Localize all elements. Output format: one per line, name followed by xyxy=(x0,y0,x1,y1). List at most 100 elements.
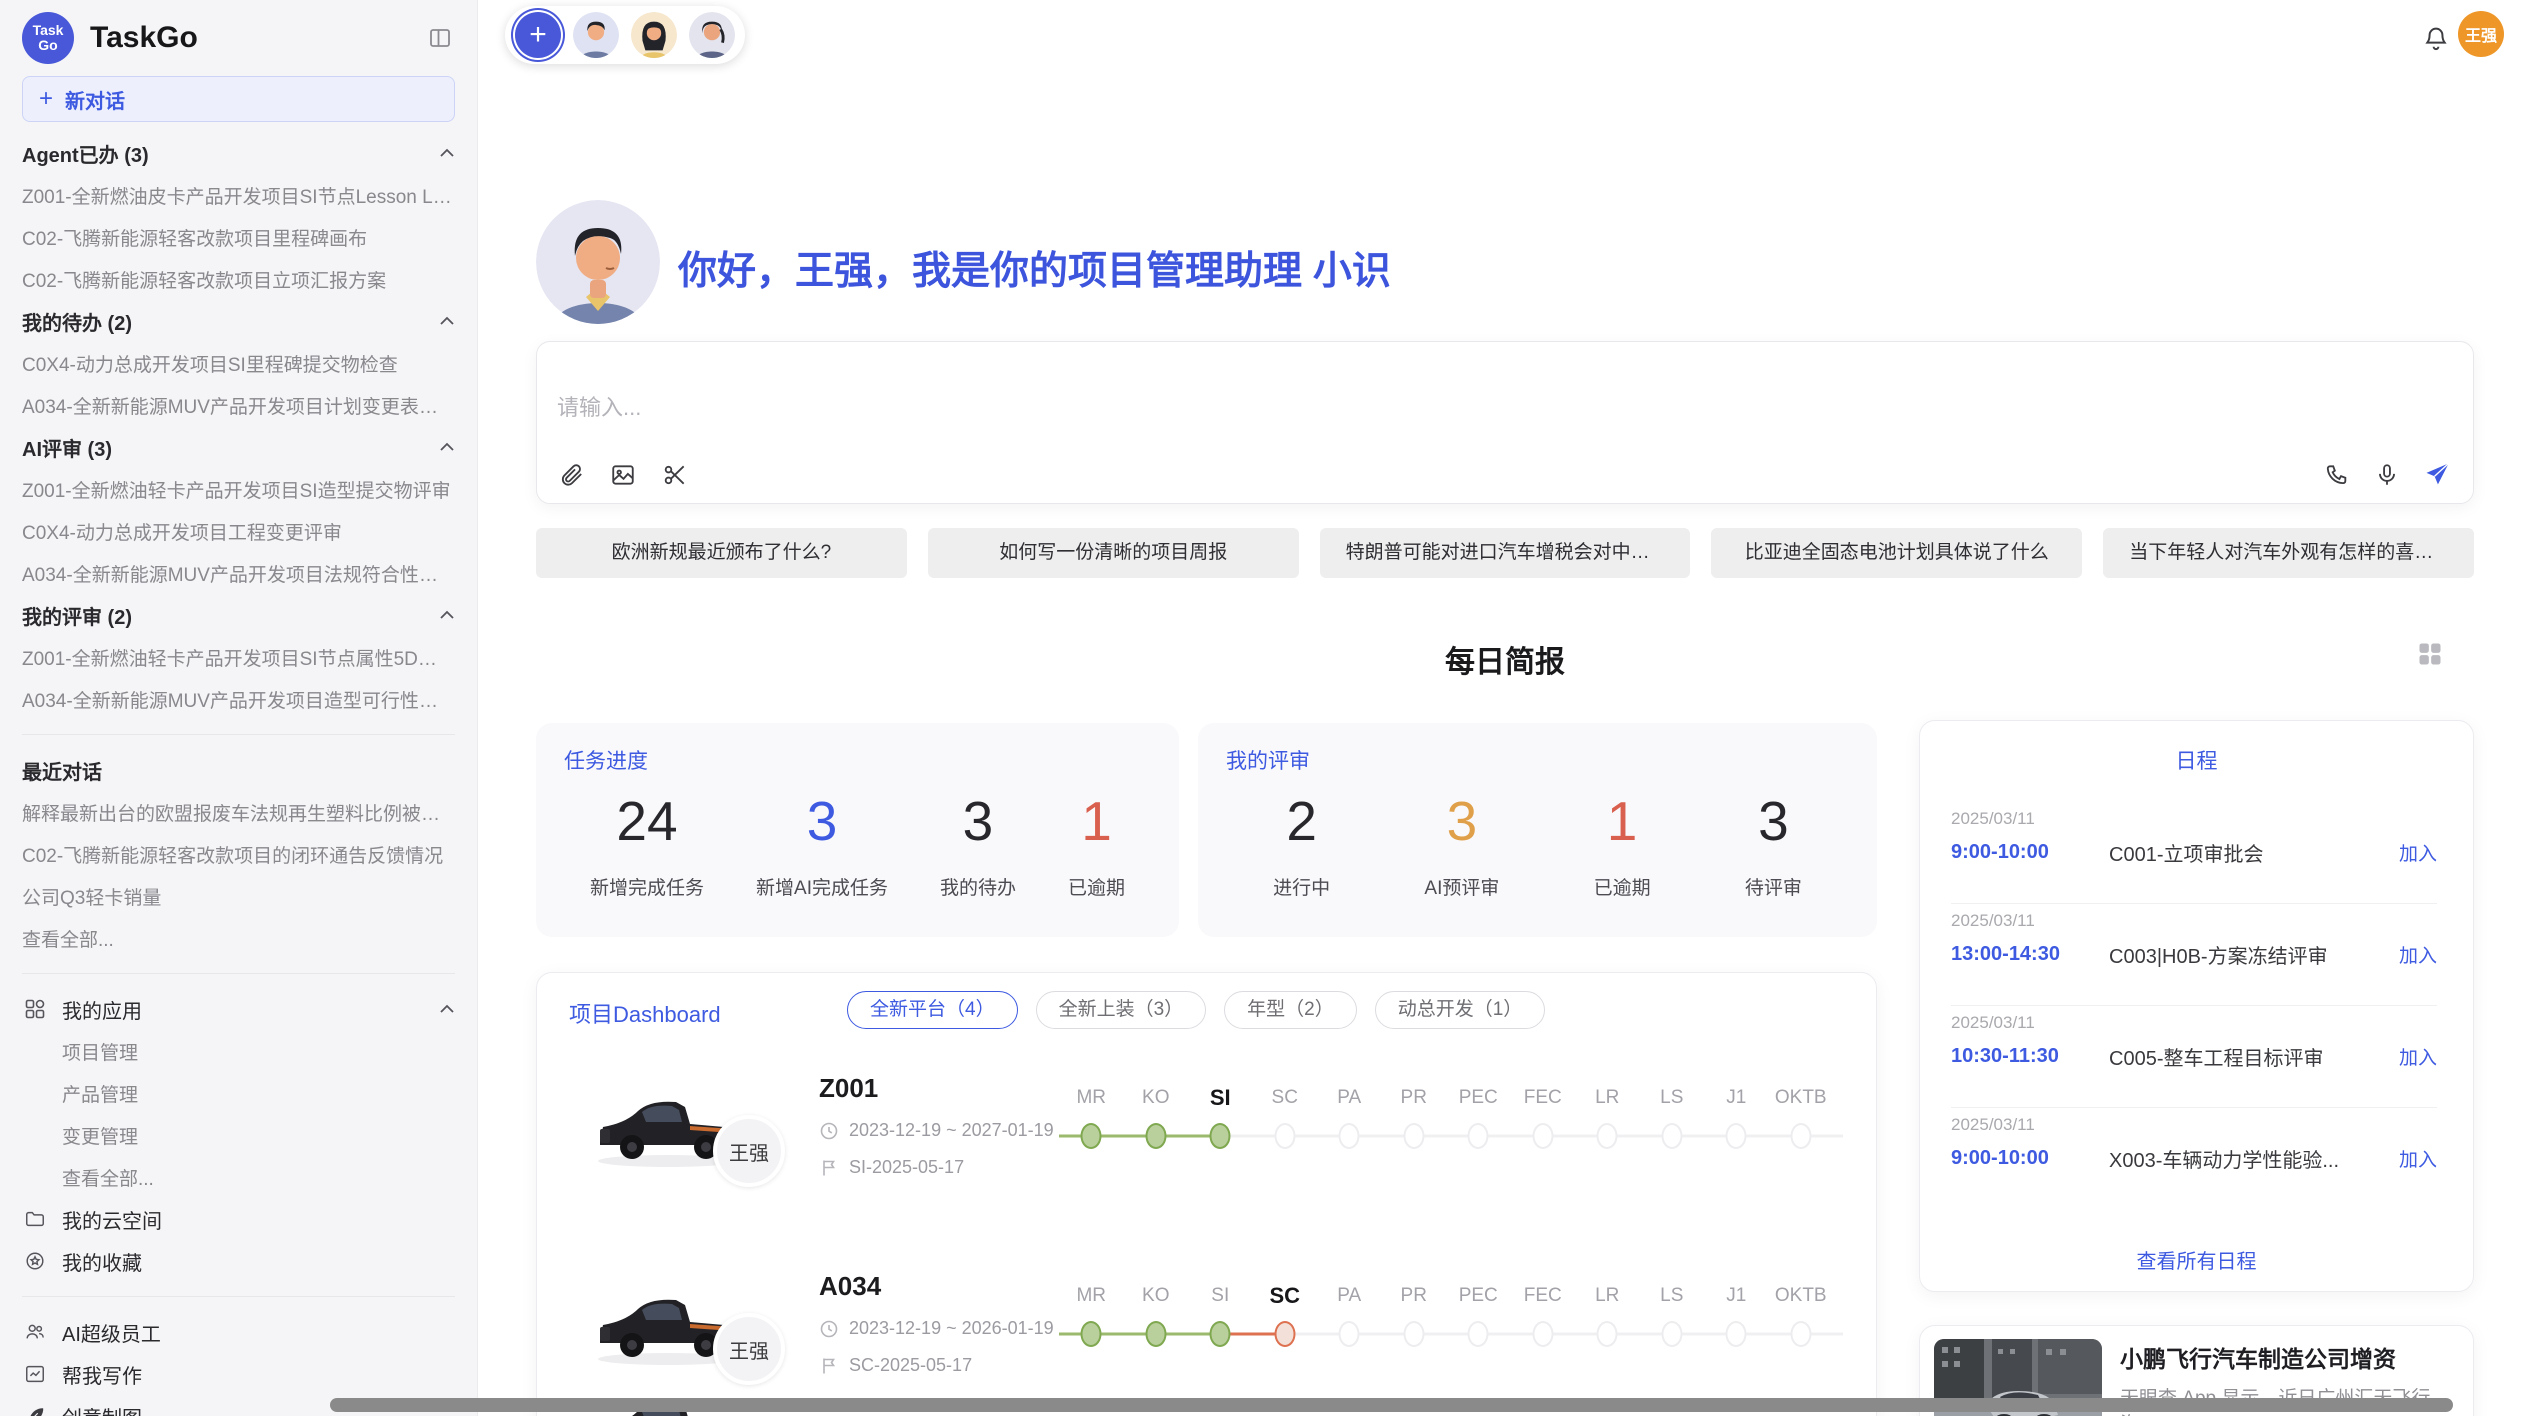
sidebar-item-my-apps[interactable]: 我的应用 xyxy=(22,988,455,1030)
milestone: LS xyxy=(1640,1083,1705,1159)
sidebar-item-project-mgmt[interactable]: 项目管理 xyxy=(22,1030,455,1072)
recent-chat-item[interactable]: 解释最新出台的欧盟报废车法规再生塑料比例被调至15%... xyxy=(22,791,455,833)
milestone-node xyxy=(1145,1321,1166,1347)
sidebar-task-item[interactable]: A034-全新新能源MUV产品开发项目法规符合性评审 xyxy=(22,552,455,594)
milestone: LR xyxy=(1575,1083,1640,1159)
join-link[interactable]: 加入 xyxy=(2399,1145,2437,1172)
milestone-label: KO xyxy=(1124,1281,1189,1311)
stat-label: 待评审 xyxy=(1745,873,1802,900)
image-icon[interactable] xyxy=(609,461,637,489)
suggestion-chip[interactable]: 欧洲新规最近颁布了什么? xyxy=(536,528,907,578)
notifications-bell-icon[interactable] xyxy=(2422,24,2452,54)
task-label: C0X4-动力总成开发项目工程变更评审 xyxy=(22,518,455,545)
people-icon xyxy=(22,1319,48,1345)
stat: 2进行中 xyxy=(1273,789,1330,900)
milestone-label: PR xyxy=(1382,1281,1447,1311)
sidebar-task-item[interactable]: Z001-全新燃油皮卡产品开发项目SI节点Lesson Learn报告 xyxy=(22,174,455,216)
task-label: C02-飞腾新能源轻客改款项目里程碑画布 xyxy=(22,224,455,251)
my-review-card: 我的评审 2进行中 3AI预评审 1已逾期 3待评审 xyxy=(1198,723,1877,937)
stats-row: 24新增完成任务 3新增AI完成任务 3我的待办 1已逾期 xyxy=(564,789,1151,900)
sidebar-item-help-write[interactable]: 帮我写作 xyxy=(22,1353,455,1395)
sidebar-item-change-mgmt[interactable]: 变更管理 xyxy=(22,1114,455,1156)
mic-icon[interactable] xyxy=(2373,461,2401,489)
sidebar-task-item[interactable]: Z001-全新燃油轻卡产品开发项目SI节点属性5D文件评审 xyxy=(22,636,455,678)
join-link[interactable]: 加入 xyxy=(2399,839,2437,866)
composer-left-tools xyxy=(557,461,689,489)
filter-chip[interactable]: 动总开发（1） xyxy=(1375,991,1546,1029)
section-agent-done[interactable]: Agent已办 (3) xyxy=(22,132,455,174)
news-title: 小鹏飞行汽车制造公司增资 xyxy=(2120,1340,2396,1374)
join-link[interactable]: 加入 xyxy=(2399,1043,2437,1070)
milestone-label: MR xyxy=(1059,1083,1124,1113)
dashboard-title: 项目Dashboard xyxy=(569,997,721,1029)
sidebar-task-item[interactable]: C02-飞腾新能源轻客改款项目立项汇报方案 xyxy=(22,258,455,300)
section-ai-review[interactable]: AI评审 (3) xyxy=(22,426,455,468)
project-dates: 2023-12-19 ~ 2027-01-19 xyxy=(819,1120,1054,1141)
join-link[interactable]: 加入 xyxy=(2399,941,2437,968)
flag-icon xyxy=(819,1158,839,1178)
stats-row: 2进行中 3AI预评审 1已逾期 3待评审 xyxy=(1226,789,1849,900)
avatar[interactable] xyxy=(631,12,677,58)
attachment-icon[interactable] xyxy=(557,461,585,489)
filter-chip[interactable]: 全新平台（4） xyxy=(847,991,1018,1029)
sidebar-task-item[interactable]: Z001-全新燃油轻卡产品开发项目SI造型提交物评审 xyxy=(22,468,455,510)
project-row[interactable]: 王强 Z001 2023-12-19 ~ 2027-01-19 SI-2025-… xyxy=(537,1053,1876,1251)
sidebar-item-cloud-space[interactable]: 我的云空间 xyxy=(22,1198,455,1240)
app-root: Task Go TaskGo + 新对话 Agent已办 (3) Z001-全新… xyxy=(0,0,2532,1416)
milestone: LR xyxy=(1575,1281,1640,1357)
stat-label: 新增AI完成任务 xyxy=(756,873,888,900)
milestone-label: PA xyxy=(1317,1281,1382,1311)
phone-icon[interactable] xyxy=(2323,461,2351,489)
card-title: 我的评审 xyxy=(1226,745,1849,775)
section-label: 我的评审 (2) xyxy=(22,601,132,630)
chat-input[interactable] xyxy=(557,390,2157,430)
task-progress-card: 任务进度 24新增完成任务 3新增AI完成任务 3我的待办 1已逾期 xyxy=(536,723,1179,937)
recent-view-all[interactable]: 查看全部... xyxy=(22,917,455,959)
milestone-label: SC xyxy=(1253,1083,1318,1113)
task-label: A034-全新新能源MUV产品开发项目计划变更表编写 xyxy=(22,392,455,419)
milestone-node xyxy=(1339,1321,1360,1347)
horizontal-scrollbar[interactable] xyxy=(330,1398,2453,1412)
clock-icon xyxy=(819,1319,839,1339)
suggestion-chip[interactable]: 当下年轻人对汽车外观有怎样的喜好趋势 xyxy=(2103,528,2474,578)
sidebar-collapse-icon[interactable] xyxy=(425,23,455,53)
milestone: KO xyxy=(1124,1281,1189,1357)
chevron-up-icon xyxy=(439,442,455,452)
view-all-schedule-link[interactable]: 查看所有日程 xyxy=(1920,1245,2473,1274)
suggestion-chip[interactable]: 比亚迪全固态电池计划具体说了什么 xyxy=(1711,528,2082,578)
new-chat-button[interactable]: + 新对话 xyxy=(22,76,455,122)
milestone-node xyxy=(1790,1321,1811,1347)
sidebar-item-favorites[interactable]: 我的收藏 xyxy=(22,1240,455,1282)
sidebar-apps-view-all[interactable]: 查看全部... xyxy=(22,1156,455,1198)
task-label: Z001-全新燃油轻卡产品开发项目SI造型提交物评审 xyxy=(22,476,455,503)
feather-icon xyxy=(22,1403,48,1416)
filter-chip[interactable]: 全新上装（3） xyxy=(1036,991,1207,1029)
section-my-review[interactable]: 我的评审 (2) xyxy=(22,594,455,636)
avatar[interactable] xyxy=(573,12,619,58)
milestone-label: FEC xyxy=(1511,1281,1576,1311)
sidebar-task-item[interactable]: C0X4-动力总成开发项目SI里程碑提交物检查 xyxy=(22,342,455,384)
add-agent-button[interactable]: + xyxy=(515,12,561,58)
user-avatar[interactable]: 王强 xyxy=(2458,11,2504,57)
sidebar-task-item[interactable]: C02-飞腾新能源轻客改款项目里程碑画布 xyxy=(22,216,455,258)
sidebar-task-item[interactable]: A034-全新新能源MUV产品开发项目造型可行性评审 xyxy=(22,678,455,720)
schedule-title: 日程 xyxy=(1920,745,2473,775)
divider xyxy=(22,734,455,735)
briefing-layout-icon[interactable] xyxy=(2416,640,2444,668)
schedule-date: 2025/03/11 xyxy=(1951,1115,2437,1135)
sidebar-task-item[interactable]: C0X4-动力总成开发项目工程变更评审 xyxy=(22,510,455,552)
scissors-icon[interactable] xyxy=(661,461,689,489)
schedule-event-name: C003|H0B-方案冻结评审 xyxy=(2109,940,2389,969)
send-icon[interactable] xyxy=(2423,461,2451,489)
sidebar-task-item[interactable]: A034-全新新能源MUV产品开发项目计划变更表编写 xyxy=(22,384,455,426)
recent-chat-item[interactable]: 公司Q3轻卡销量 xyxy=(22,875,455,917)
suggestion-chip[interactable]: 特朗普可能对进口汽车增税会对中国车企造成哪些影响 xyxy=(1320,528,1691,578)
section-my-todo[interactable]: 我的待办 (2) xyxy=(22,300,455,342)
recent-chat-item[interactable]: C02-飞腾新能源轻客改款项目的闭环通告反馈情况 xyxy=(22,833,455,875)
sidebar-item-ai-employee[interactable]: AI超级员工 xyxy=(22,1311,455,1353)
stat-label: 已逾期 xyxy=(1594,873,1651,900)
filter-chip[interactable]: 年型（2） xyxy=(1224,991,1357,1029)
suggestion-chip[interactable]: 如何写一份清晰的项目周报 xyxy=(928,528,1299,578)
sidebar-item-product-mgmt[interactable]: 产品管理 xyxy=(22,1072,455,1114)
avatar[interactable] xyxy=(689,12,735,58)
